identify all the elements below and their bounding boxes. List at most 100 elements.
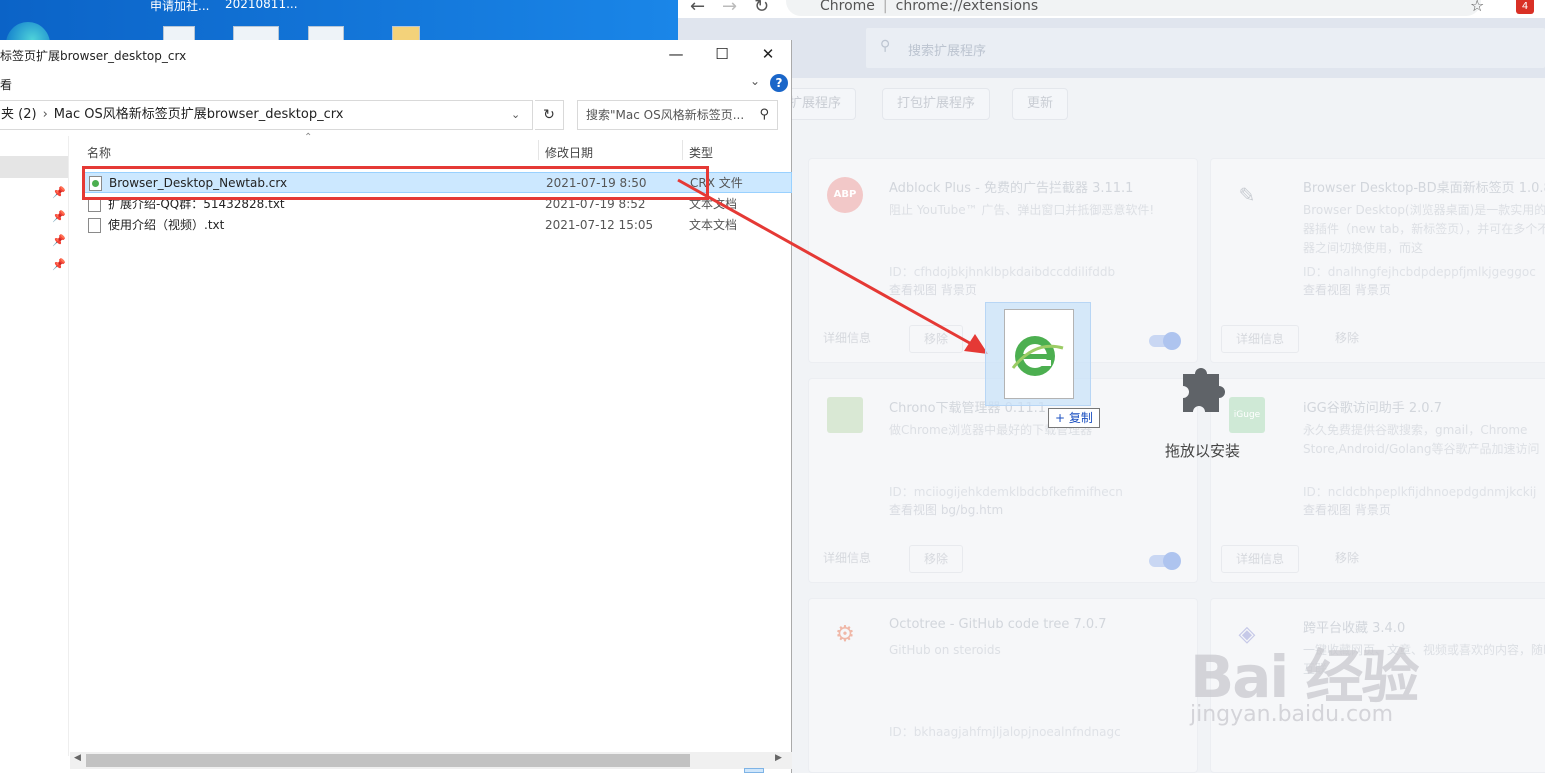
desktop-file-icon[interactable] <box>233 26 279 40</box>
details-button[interactable]: 详细信息 <box>1221 545 1300 573</box>
file-name: 使用介绍（视频）.txt <box>108 218 225 232</box>
pin-icon[interactable]: 📌 <box>52 210 66 223</box>
minimize-button[interactable]: — <box>653 40 699 70</box>
copy-indicator: + 复制 <box>1048 408 1100 428</box>
card-id: ID：ncldcbhpeplkfijdhnoepdgdnmjkckij <box>1303 485 1537 499</box>
remove-button[interactable]: 移除 <box>1321 545 1373 573</box>
baidu-watermark: Bai 经验 jingyan.baidu.com <box>1180 610 1480 740</box>
extensions-header: ⚲ 搜索扩展程序 <box>678 18 1545 78</box>
card-title: Browser Desktop-BD桌面新标签页 1.0.8 <box>1303 181 1545 196</box>
column-divider[interactable] <box>682 140 683 160</box>
adblock-icon: ABP <box>827 177 863 213</box>
details-button[interactable]: 详细信息 <box>809 545 885 573</box>
explorer-title-bar[interactable]: 标签页扩展browser_desktop_crx — ☐ ✕ <box>0 40 791 70</box>
puzzle-piece-icon <box>1183 368 1225 412</box>
view-toggle-icon[interactable] <box>744 768 764 773</box>
desktop-label-1[interactable]: 申请加社... <box>150 0 209 14</box>
omnibox[interactable]: Chrome | chrome://extensions <box>786 0 1481 16</box>
back-arrow-icon[interactable]: ← <box>690 0 705 17</box>
column-header-date[interactable]: 修改日期 <box>545 144 593 161</box>
maximize-button[interactable]: ☐ <box>699 40 745 70</box>
omnibox-url: chrome://extensions <box>895 0 1039 14</box>
extension-card-octotree: ⚙ Octotree - GitHub code tree 7.0.7 GitH… <box>808 598 1198 773</box>
navigation-pane: 📌 📌 📌 📌 <box>0 136 69 756</box>
nav-selected-item[interactable] <box>0 156 68 178</box>
file-list: ⌃ 名称 修改日期 类型 Browser_Desktop_Newtab.crx … <box>78 132 792 756</box>
card-description: 永久免费提供谷歌搜索，gmail，Chrome Store,Android/Go… <box>1303 423 1540 456</box>
column-header-name[interactable]: 名称 <box>87 144 111 161</box>
highlight-annotation <box>82 166 709 200</box>
file-explorer-window: 标签页扩展browser_desktop_crx — ☐ ✕ 看 ⌄ ? 夹 (… <box>0 40 792 773</box>
pin-icon[interactable]: 📌 <box>52 186 66 199</box>
card-id: ID：mciiogijehkdemklbdcbfkefimifhecn <box>889 485 1123 499</box>
desktop-file-icon[interactable] <box>163 26 195 40</box>
bookmark-star-icon[interactable]: ☆ <box>1470 0 1484 15</box>
details-button[interactable]: 详细信息 <box>1221 325 1300 353</box>
desktop-background: 申请加社... 20210811... <box>0 0 680 40</box>
scroll-left-icon[interactable]: ◀ <box>74 753 81 763</box>
ribbon-tabs: 看 ⌄ ? <box>0 70 791 96</box>
pin-icon[interactable]: 📌 <box>52 234 66 247</box>
file-row-txt[interactable]: 使用介绍（视频）.txt 2021-07-12 15:05 文本文档 <box>82 215 792 236</box>
chevron-down-icon[interactable]: ⌄ <box>750 74 760 88</box>
desktop-label-2[interactable]: 20210811... <box>225 0 298 11</box>
card-links[interactable]: 查看视图 bg/bg.htm <box>889 501 1003 518</box>
desktop-file-icon[interactable] <box>308 26 344 40</box>
file-date: 2021-07-12 15:05 <box>545 218 654 232</box>
card-id: ID：bkhaagjahfmjljalopjnoealnfndnagc <box>889 725 1121 739</box>
search-placeholder: 搜索"Mac OS风格新标签页... <box>586 108 745 122</box>
extension-search-placeholder: 搜索扩展程序 <box>908 44 987 59</box>
address-bar[interactable]: 夹 (2) › Mac OS风格新标签页扩展browser_desktop_crx … <box>0 100 533 130</box>
card-links[interactable]: 查看视图 背景页 <box>889 281 977 298</box>
column-divider[interactable] <box>538 140 539 160</box>
scrollbar-thumb[interactable] <box>86 754 690 767</box>
scroll-right-icon[interactable]: ▶ <box>775 753 782 763</box>
remove-button[interactable]: 移除 <box>1321 325 1373 353</box>
enable-toggle[interactable] <box>1149 552 1181 570</box>
extension-card-chrono: Chrono下载管理器 0.11.1 做Chrome浏览器中最好的下载管理器 I… <box>808 378 1198 583</box>
chrome-toolbar: ← → ↻ Chrome | chrome://extensions ☆ 4 <box>678 0 1545 18</box>
update-button[interactable]: 更新 <box>1012 88 1069 120</box>
chevron-right-icon: › <box>42 107 48 122</box>
column-header-type[interactable]: 类型 <box>689 144 713 161</box>
details-button[interactable]: 详细信息 <box>809 325 885 353</box>
horizontal-scrollbar[interactable]: ◀ ▶ <box>70 752 792 769</box>
omnibox-brand: Chrome <box>820 0 875 14</box>
card-links[interactable]: 查看视图 背景页 <box>1303 281 1391 298</box>
card-description: 阻止 YouTube™ 广告、弹出窗口并抵御恶意软件! <box>889 203 1155 217</box>
reload-icon[interactable]: ↻ <box>754 0 769 17</box>
breadcrumb-parent[interactable]: 夹 (2) <box>1 107 37 122</box>
forward-arrow-icon[interactable]: → <box>722 0 737 17</box>
card-id: ID：dnalhngfejhcbdpdeppfjmlkjgeggoc <box>1303 265 1536 279</box>
pin-icon[interactable]: 📌 <box>52 258 66 271</box>
card-title: Adblock Plus - 免费的广告拦截器 3.11.1 <box>889 181 1134 196</box>
breadcrumb-current[interactable]: Mac OS风格新标签页扩展browser_desktop_crx <box>54 107 344 122</box>
chevron-down-icon[interactable]: ⌄ <box>511 101 520 129</box>
refresh-button[interactable]: ↻ <box>535 100 564 130</box>
desktop-folder-icon[interactable] <box>392 26 420 40</box>
extension-search-input[interactable]: ⚲ 搜索扩展程序 <box>866 28 1545 68</box>
file-type: 文本文档 <box>689 218 738 232</box>
help-icon[interactable]: ? <box>770 74 788 92</box>
extension-badge[interactable]: 4 <box>1516 0 1534 14</box>
drag-ghost <box>985 302 1091 406</box>
window-title: 标签页扩展browser_desktop_crx <box>0 49 187 63</box>
edge-desktop-icon[interactable] <box>6 22 50 40</box>
search-input[interactable]: 搜索"Mac OS风格新标签页... ⚲ <box>577 100 778 130</box>
search-icon: ⚲ <box>880 38 891 54</box>
card-description: GitHub on steroids <box>889 643 1001 657</box>
close-button[interactable]: ✕ <box>745 40 791 70</box>
remove-button[interactable]: 移除 <box>909 325 964 353</box>
watermark-url: jingyan.baidu.com <box>1190 702 1394 727</box>
card-links[interactable]: 查看视图 背景页 <box>1303 501 1391 518</box>
chrono-download-icon <box>827 397 863 433</box>
remove-button[interactable]: 移除 <box>909 545 964 573</box>
ie-e-icon <box>1011 336 1064 376</box>
ribbon-tab-view[interactable]: 看 <box>0 76 12 93</box>
crx-file-large-icon <box>1004 309 1074 399</box>
enable-toggle[interactable] <box>1149 332 1181 350</box>
pack-extension-button[interactable]: 打包扩展程序 <box>882 88 991 120</box>
text-file-icon <box>88 218 101 233</box>
extension-card-browser-desktop: ✎ Browser Desktop-BD桌面新标签页 1.0.8 Browser… <box>1210 158 1545 363</box>
browser-desktop-icon: ✎ <box>1238 183 1256 207</box>
